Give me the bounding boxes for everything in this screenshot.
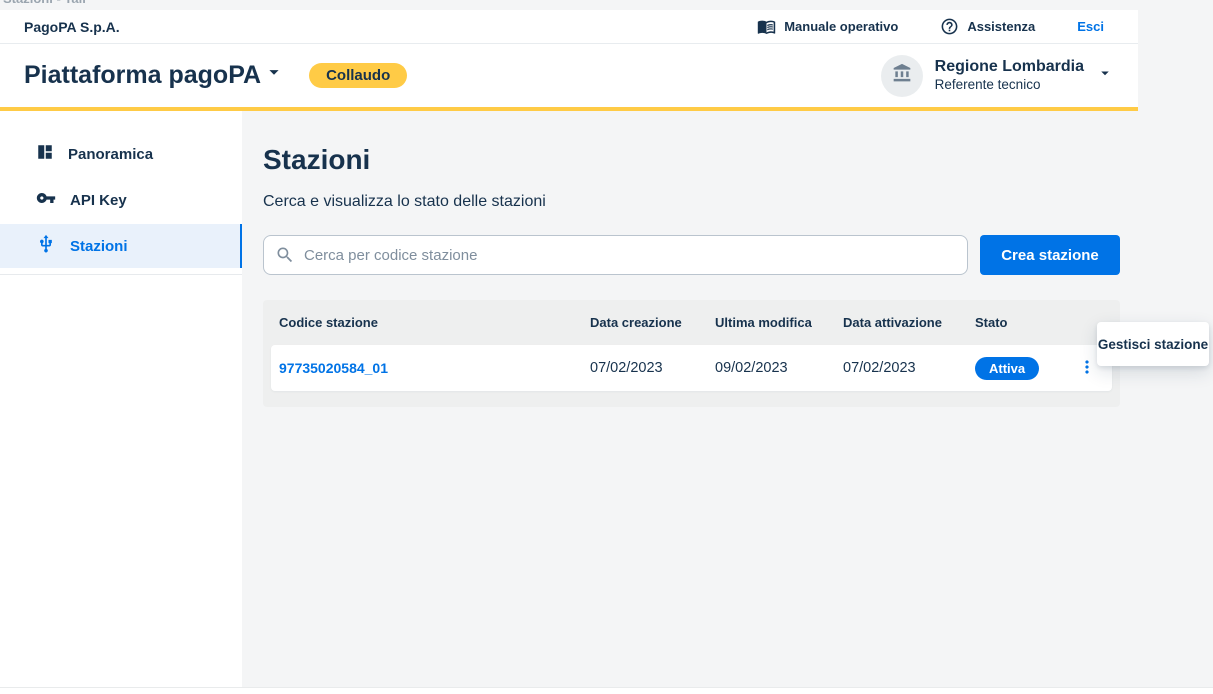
org-name: Regione Lombardia [935,57,1084,77]
assistance-label: Assistenza [967,19,1035,34]
sidebar-item-label: Stazioni [70,238,128,255]
sidebar-item-panoramica[interactable]: Panoramica [0,132,242,176]
exit-button[interactable]: Esci [1077,19,1104,34]
create-station-button[interactable]: Crea stazione [980,235,1120,275]
status-badge: Attiva [975,357,1039,380]
sidebar-item-label: API Key [70,192,127,209]
row-actions-button[interactable] [1075,356,1099,380]
caret-down-icon [263,61,285,90]
product-header: Piattaforma pagoPA Collaudo Regione Lomb… [0,44,1138,111]
sidebar: Panoramica API Key Stazioni [0,111,242,687]
column-header: Ultima modifica [715,315,843,330]
manual-label: Manuale operativo [784,19,898,34]
column-header: Data creazione [590,315,715,330]
top-bar: PagoPA S.p.A. Manuale operativo Assisten… [0,10,1138,44]
column-header: Data attivazione [843,315,975,330]
clipped-background-text: Stazioni - Tail [3,0,86,9]
product-title-dropdown[interactable]: Piattaforma pagoPA [24,61,285,90]
table-row: 97735020584_01 07/02/2023 09/02/2023 07/… [271,345,1112,391]
table-header-row: Codice stazione Data creazione Ultima mo… [271,300,1112,345]
kebab-vertical-icon [1077,357,1097,380]
usb-icon [36,234,56,258]
footer-strip [0,687,1213,694]
search-row: Crea stazione [263,235,1120,275]
column-header: Codice stazione [279,315,590,330]
manual-link[interactable]: Manuale operativo [757,17,898,36]
product-title: Piattaforma pagoPA [24,61,261,90]
activation-date: 07/02/2023 [843,360,975,376]
sidebar-divider [0,274,242,275]
help-icon [940,17,959,36]
org-switcher[interactable]: Regione Lombardia Referente tecnico [881,55,1114,97]
menu-item-gestisci-stazione[interactable]: Gestisci stazione [1098,337,1208,352]
caret-down-icon [1096,64,1114,87]
avatar [881,55,923,97]
column-header: Stato [975,315,1075,330]
search-input[interactable] [263,235,968,275]
search-icon [275,245,295,270]
last-modified-date: 09/02/2023 [715,360,843,376]
org-role: Referente tecnico [935,77,1084,94]
sidebar-item-api-key[interactable]: API Key [0,178,242,222]
page-title: Stazioni [263,144,1213,176]
company-name: PagoPA S.p.A. [24,19,120,35]
assistance-link[interactable]: Assistenza [940,17,1035,36]
station-code-link[interactable]: 97735020584_01 [279,360,590,376]
sidebar-item-stazioni[interactable]: Stazioni [0,224,242,268]
key-icon [36,188,56,212]
stations-table: Codice stazione Data creazione Ultima mo… [263,300,1120,407]
page-subtitle: Cerca e visualizza lo stato delle stazio… [263,193,1213,211]
creation-date: 07/02/2023 [590,360,715,376]
environment-badge: Collaudo [309,63,407,88]
sidebar-item-label: Panoramica [68,146,153,163]
dashboard-icon [36,143,54,165]
main-content: Stazioni Cerca e visualizza lo stato del… [242,111,1213,687]
bank-icon [892,63,912,88]
book-icon [757,17,776,36]
context-menu: Gestisci stazione [1097,322,1209,366]
